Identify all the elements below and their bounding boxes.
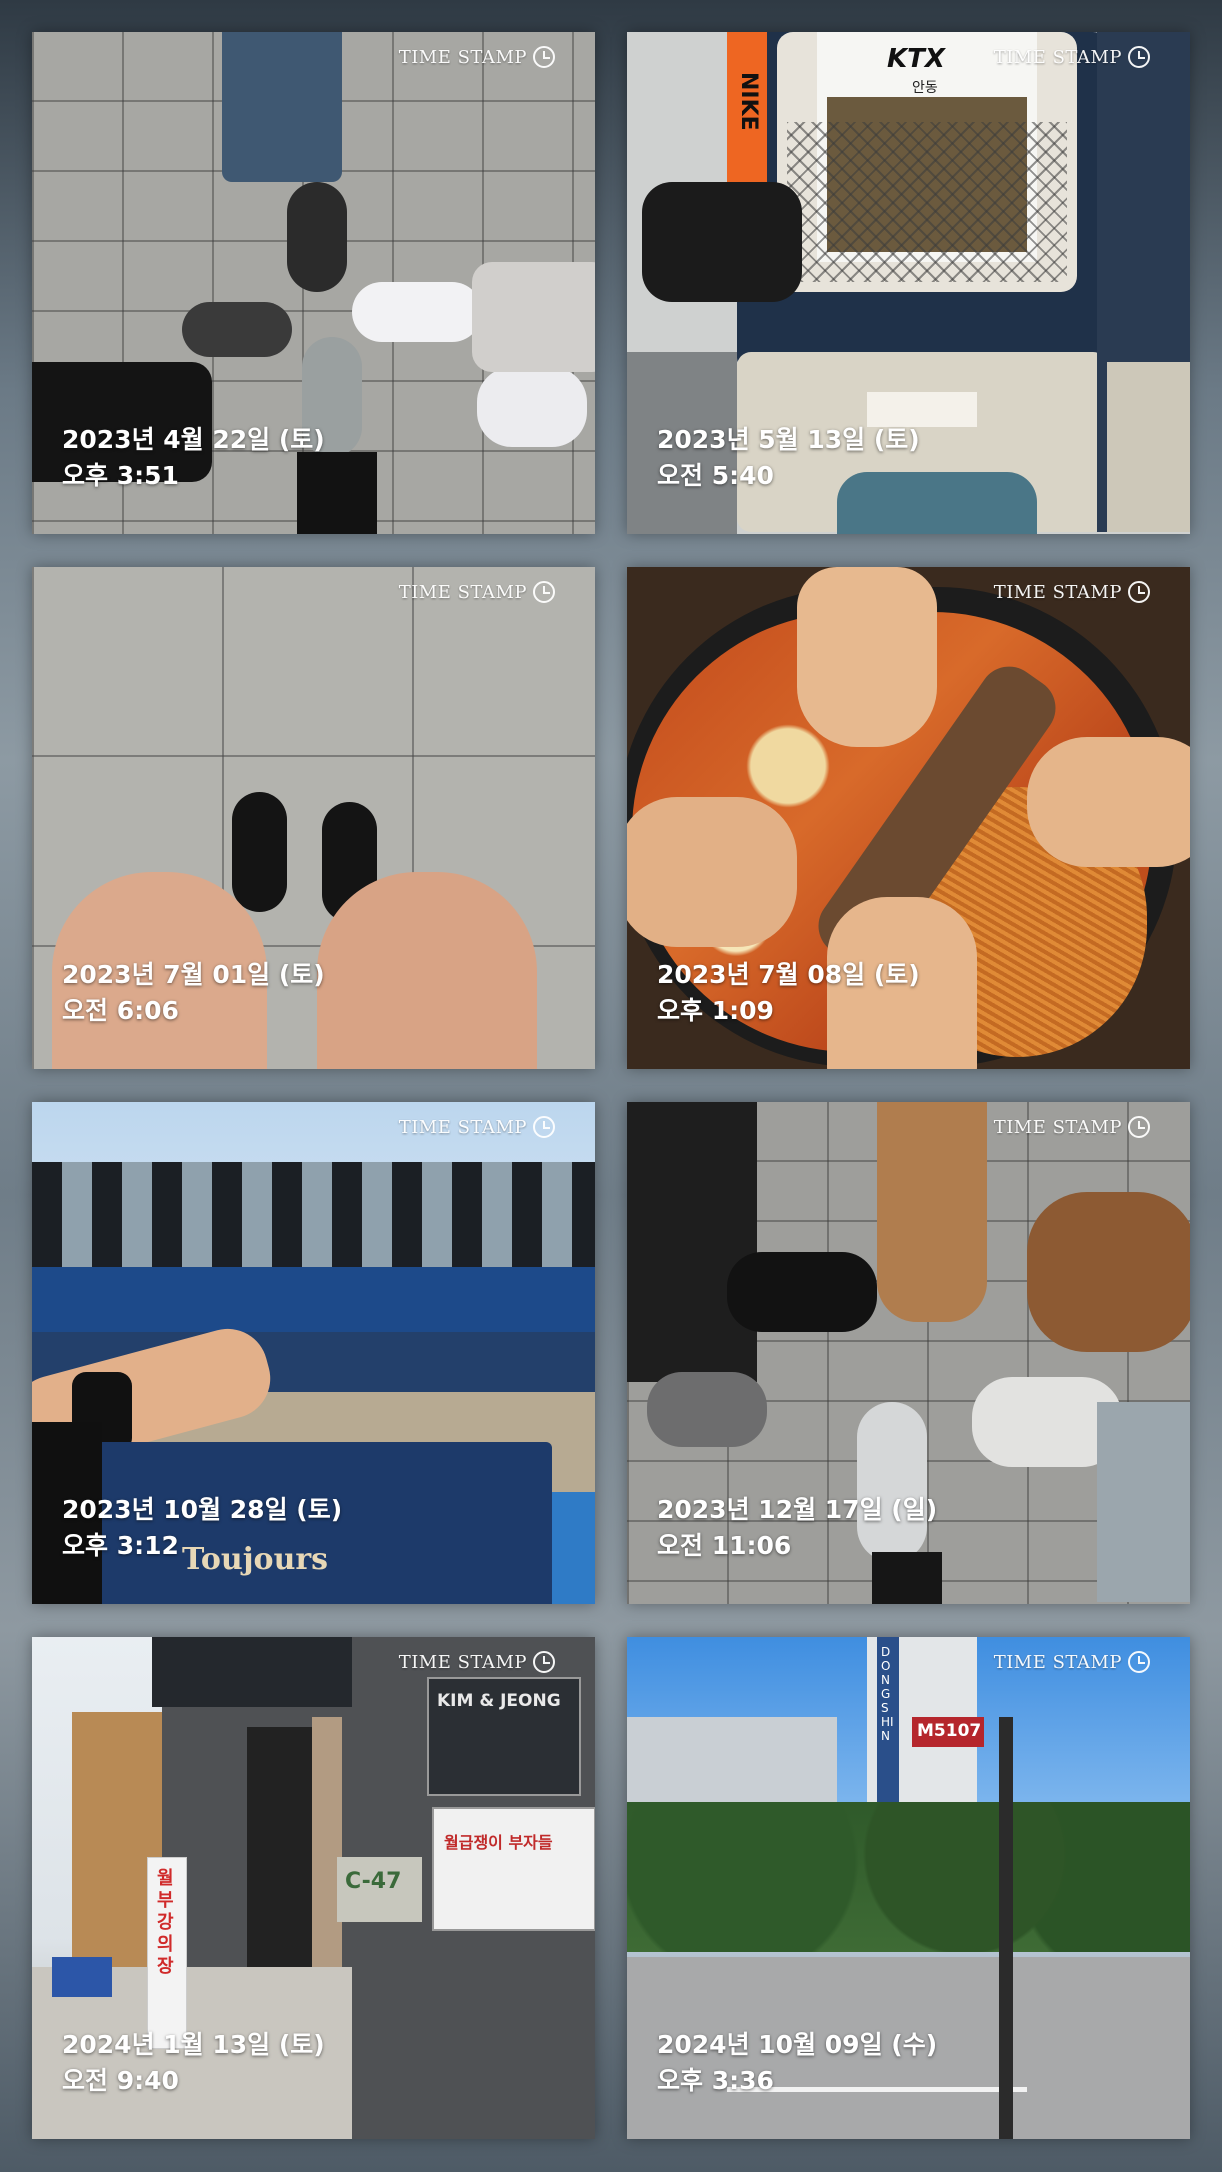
watermark-label: TIME STAMP: [993, 581, 1122, 603]
awning: [152, 1637, 352, 1707]
clock-icon: [1128, 1116, 1150, 1138]
watermark: TIME STAMP: [399, 1116, 555, 1138]
watermark: TIME STAMP: [994, 46, 1150, 68]
dark-pants: [627, 1102, 757, 1382]
watermark: TIME STAMP: [399, 46, 555, 68]
clock-icon: [1128, 46, 1150, 68]
light-jeans: [1097, 1402, 1190, 1602]
watermark-label: TIME STAMP: [993, 1651, 1122, 1673]
black-vans: [727, 1252, 877, 1332]
busstop-sign: M5107: [912, 1717, 984, 1747]
photo-tile-8[interactable]: DONG SHIN M5107 TIME STAMP 2024년 10월 09일…: [627, 1637, 1190, 2139]
hand-right: [1027, 737, 1190, 867]
watermark-label: TIME STAMP: [993, 46, 1122, 68]
knee-right: [317, 872, 537, 1069]
watermark-label: TIME STAMP: [398, 1651, 527, 1673]
timestamp: 2023년 5월 13일 (토) 오전 5:40: [657, 422, 920, 494]
photo-date: 2023년 5월 13일 (토): [657, 425, 920, 454]
watermark-label: TIME STAMP: [398, 46, 527, 68]
net-pocket: [787, 122, 1067, 282]
photo-time: 오후 3:12: [62, 1531, 179, 1560]
photo-date: 2023년 7월 08일 (토): [657, 960, 920, 989]
ktx-logo: KTX: [887, 44, 945, 74]
busstop-route: M5107: [917, 1721, 982, 1741]
photo-time: 오후 3:51: [62, 461, 179, 490]
photo-date: 2023년 4월 22일 (토): [62, 425, 325, 454]
light-pants: [472, 262, 595, 372]
sneaker-white-2: [477, 367, 587, 447]
photo-date: 2023년 10월 28일 (토): [62, 1495, 343, 1524]
busstop-pole: [999, 1717, 1013, 2139]
sign-kim-jeong: KIM & JEONG: [427, 1677, 581, 1796]
blue-barrier: [52, 1957, 112, 1997]
clock-icon: [533, 581, 555, 603]
timestamp: 2023년 4월 22일 (토) 오후 3:51: [62, 422, 325, 494]
sign-c47: C-47: [337, 1857, 422, 1922]
banner: 월부강의장: [147, 1857, 187, 2049]
watermark: TIME STAMP: [399, 581, 555, 603]
tray-right: [1107, 362, 1190, 532]
photo-tile-7[interactable]: KIM & JEONG 월급쟁이 부자들 C-47 월부강의장 TIME STA…: [32, 1637, 595, 2139]
photo-time: 오전 5:40: [657, 461, 774, 490]
photo-date: 2024년 10월 09일 (수): [657, 2030, 938, 2059]
timestamp: 2024년 10월 09일 (수) 오후 3:36: [657, 2027, 937, 2099]
photo-date: 2024년 1월 13일 (토): [62, 2030, 325, 2059]
banner-text: 월부강의장: [157, 1868, 174, 1977]
strap-text: NIKE: [736, 72, 761, 131]
photo-grid: TIME STAMP 2023년 4월 22일 (토) 오후 3:51 KTX …: [0, 0, 1222, 2172]
watermark-label: TIME STAMP: [993, 1116, 1122, 1138]
clock-icon: [1128, 1651, 1150, 1673]
photo-tile-1[interactable]: TIME STAMP 2023년 4월 22일 (토) 오후 3:51: [32, 32, 595, 534]
black-bag: [642, 182, 802, 302]
sign-board: 월급쟁이 부자들: [432, 1807, 595, 1931]
timestamp: 2023년 7월 08일 (토) 오후 1:09: [657, 957, 920, 1029]
photo-time: 오전 6:06: [62, 996, 179, 1025]
timestamp: 2023년 7월 01일 (토) 오전 6:06: [62, 957, 325, 1029]
watermark: TIME STAMP: [994, 1651, 1150, 1673]
timestamp: 2023년 12월 17일 (일) 오전 11:06: [657, 1492, 937, 1564]
hand-left: [627, 797, 797, 947]
hand-top: [797, 567, 937, 747]
photo-time: 오전 11:06: [657, 1531, 792, 1560]
grey-nike: [647, 1372, 767, 1447]
photo-tile-2[interactable]: KTX 안동 NIKE TIME STAMP 2023년 5월 13일 (토) …: [627, 32, 1190, 534]
photo-tile-3[interactable]: TIME STAMP 2023년 7월 01일 (토) 오전 6:06: [32, 567, 595, 1069]
trees: [627, 1802, 1190, 1952]
boot-top: [877, 1102, 987, 1322]
clock-icon: [1128, 581, 1150, 603]
black-shoe: [182, 302, 292, 357]
clock-icon: [533, 1651, 555, 1673]
ktx-subtitle: 안동: [912, 80, 938, 96]
watermark-label: TIME STAMP: [398, 1116, 527, 1138]
photo-time: 오후 1:09: [657, 996, 774, 1025]
clock-icon: [533, 1116, 555, 1138]
sign-c47-text: C-47: [345, 1869, 402, 1894]
sign-kim-jeong-text: KIM & JEONG: [437, 1691, 561, 1711]
watermark: TIME STAMP: [994, 581, 1150, 603]
jeans-leg: [222, 32, 342, 182]
watermark-label: TIME STAMP: [398, 581, 527, 603]
sneaker-white-1: [352, 282, 482, 342]
clock-icon: [533, 46, 555, 68]
photo-time: 오전 9:40: [62, 2066, 179, 2095]
photo-tile-5[interactable]: Toujours TIME STAMP 2023년 10월 28일 (토) 오후…: [32, 1102, 595, 1604]
photo-time: 오후 3:36: [657, 2066, 774, 2095]
photo-tile-4[interactable]: TIME STAMP 2023년 7월 08일 (토) 오후 1:09: [627, 567, 1190, 1069]
photo-date: 2023년 12월 17일 (일): [657, 1495, 938, 1524]
shoe-left: [232, 792, 287, 912]
sneaker-black: [287, 182, 347, 292]
tower-name: DONG SHIN: [881, 1645, 894, 1743]
station-sign: [32, 1267, 595, 1332]
timestamp: 2023년 10월 28일 (토) 오후 3:12: [62, 1492, 342, 1564]
sign-board-text: 월급쟁이 부자들: [444, 1833, 553, 1852]
watermark: TIME STAMP: [994, 1116, 1150, 1138]
station-roof: [32, 1162, 595, 1272]
timestamp: 2024년 1월 13일 (토) 오전 9:40: [62, 2027, 325, 2099]
watermark: TIME STAMP: [399, 1651, 555, 1673]
boot-right: [1027, 1192, 1190, 1352]
photo-date: 2023년 7월 01일 (토): [62, 960, 325, 989]
photo-tile-6[interactable]: TIME STAMP 2023년 12월 17일 (일) 오전 11:06: [627, 1102, 1190, 1604]
